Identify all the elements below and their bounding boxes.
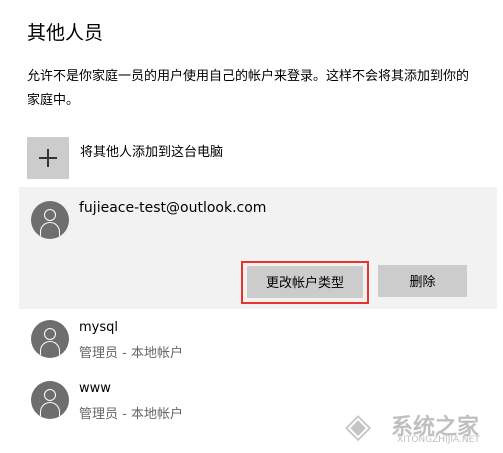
watermark-logo-icon: ◈ xyxy=(345,406,372,446)
user-item-www[interactable]: www 管理员 - 本地帐户 xyxy=(19,381,319,431)
add-other-person-button[interactable]: 将其他人添加到这台电脑 xyxy=(27,137,327,179)
delete-account-button[interactable]: 删除 xyxy=(378,265,467,297)
page-description: 允许不是你家庭一员的用户使用自己的帐户来登录。这样不会将其添加到你的家庭中。 xyxy=(27,69,470,108)
add-other-person-label: 将其他人添加到这台电脑 xyxy=(80,145,224,160)
user-name: mysql xyxy=(79,320,118,335)
watermark: ◈ 系统之家 XITONGZHIJIA.NET xyxy=(345,404,503,449)
user-avatar-icon xyxy=(31,320,69,358)
account-email: fujieace-test@outlook.com xyxy=(79,200,267,216)
user-item-mysql[interactable]: mysql 管理员 - 本地帐户 xyxy=(19,320,319,370)
user-role: 管理员 - 本地帐户 xyxy=(79,407,183,422)
user-avatar-icon xyxy=(31,381,69,419)
selected-account-panel[interactable]: fujieace-test@outlook.com 更改帐户类型 删除 xyxy=(19,187,497,309)
plus-icon xyxy=(27,137,69,179)
page-title: 其他人员 xyxy=(27,22,104,44)
user-role: 管理员 - 本地帐户 xyxy=(79,346,183,361)
change-account-type-button[interactable]: 更改帐户类型 xyxy=(247,266,363,298)
highlight-box: 更改帐户类型 xyxy=(241,261,369,304)
watermark-url: XITONGZHIJIA.NET xyxy=(397,435,480,445)
user-name: www xyxy=(79,381,111,396)
user-avatar-icon xyxy=(31,201,69,239)
